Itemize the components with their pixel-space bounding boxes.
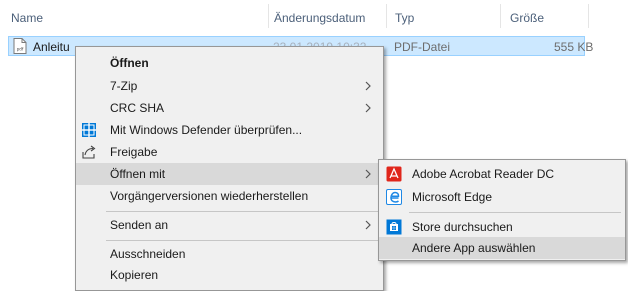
chevron-right-icon [365, 169, 371, 179]
chevron-right-icon [365, 220, 371, 230]
file-size: 555 KB [554, 40, 594, 54]
column-divider[interactable] [500, 4, 501, 28]
column-header-size[interactable]: Größe [510, 11, 544, 25]
menu-item-send-to[interactable]: Senden an [76, 214, 383, 236]
menu-item-label: Ausschneiden [110, 247, 186, 261]
submenu-item-label: Microsoft Edge [412, 190, 493, 204]
submenu-item-edge[interactable]: Microsoft Edge [379, 186, 625, 208]
menu-item-label: Kopieren [110, 268, 159, 282]
menu-item-restore-versions[interactable]: Vorgängerversionen wiederherstellen [76, 185, 383, 207]
pdf-file-icon: pdf [13, 38, 27, 54]
open-with-submenu: Adobe Acrobat Reader DC Microsoft Edge S… [378, 159, 626, 261]
share-icon [82, 145, 96, 159]
menu-item-crc-sha[interactable]: CRC SHA [76, 97, 383, 119]
menu-item-copy[interactable]: Kopieren [76, 264, 383, 286]
submenu-item-store[interactable]: Store durchsuchen [379, 216, 625, 238]
submenu-item-acrobat[interactable]: Adobe Acrobat Reader DC [379, 163, 625, 185]
menu-item-share[interactable]: Freigabe [76, 141, 383, 163]
chevron-right-icon [365, 81, 371, 91]
menu-item-open-with[interactable]: Öffnen mit [76, 163, 383, 185]
column-divider[interactable] [386, 4, 387, 28]
column-header-name[interactable]: Name [11, 11, 43, 25]
edge-icon [386, 189, 402, 205]
menu-item-label: CRC SHA [110, 101, 165, 115]
menu-separator [409, 212, 621, 213]
store-icon [386, 219, 402, 235]
menu-item-label: Vorgängerversionen wiederherstellen [110, 189, 309, 203]
file-type: PDF-Datei [394, 40, 451, 54]
context-menu: Öffnen 7-Zip CRC SHA Mit Windows Defende… [75, 46, 384, 291]
menu-item-defender-scan[interactable]: Mit Windows Defender überprüfen... [76, 119, 383, 141]
menu-item-open[interactable]: Öffnen [76, 52, 383, 74]
menu-item-label: Öffnen [110, 56, 149, 70]
menu-item-label: Öffnen mit [110, 167, 166, 181]
acrobat-icon [386, 166, 402, 182]
chevron-right-icon [365, 103, 371, 113]
column-divider[interactable] [588, 4, 589, 28]
submenu-item-choose-app[interactable]: Andere App auswählen [379, 237, 625, 259]
submenu-item-label: Adobe Acrobat Reader DC [412, 167, 555, 181]
column-header-type[interactable]: Typ [395, 11, 414, 25]
menu-item-label: Mit Windows Defender überprüfen... [110, 123, 303, 137]
column-divider[interactable] [268, 4, 269, 28]
windows-defender-icon [82, 123, 96, 137]
column-header-bar: Name Änderungsdatum Typ Größe [0, 0, 628, 34]
svg-text:pdf: pdf [17, 47, 24, 52]
file-name: Anleitu [33, 40, 70, 54]
menu-separator [106, 211, 379, 212]
menu-item-cut[interactable]: Ausschneiden [76, 243, 383, 265]
menu-item-label: 7-Zip [110, 79, 138, 93]
menu-item-label: Freigabe [110, 145, 158, 159]
menu-item-7zip[interactable]: 7-Zip [76, 75, 383, 97]
submenu-item-label: Andere App auswählen [412, 241, 536, 255]
submenu-item-label: Store durchsuchen [412, 220, 513, 234]
column-header-date[interactable]: Änderungsdatum [274, 11, 365, 25]
menu-separator [106, 240, 379, 241]
menu-item-label: Senden an [110, 218, 169, 232]
